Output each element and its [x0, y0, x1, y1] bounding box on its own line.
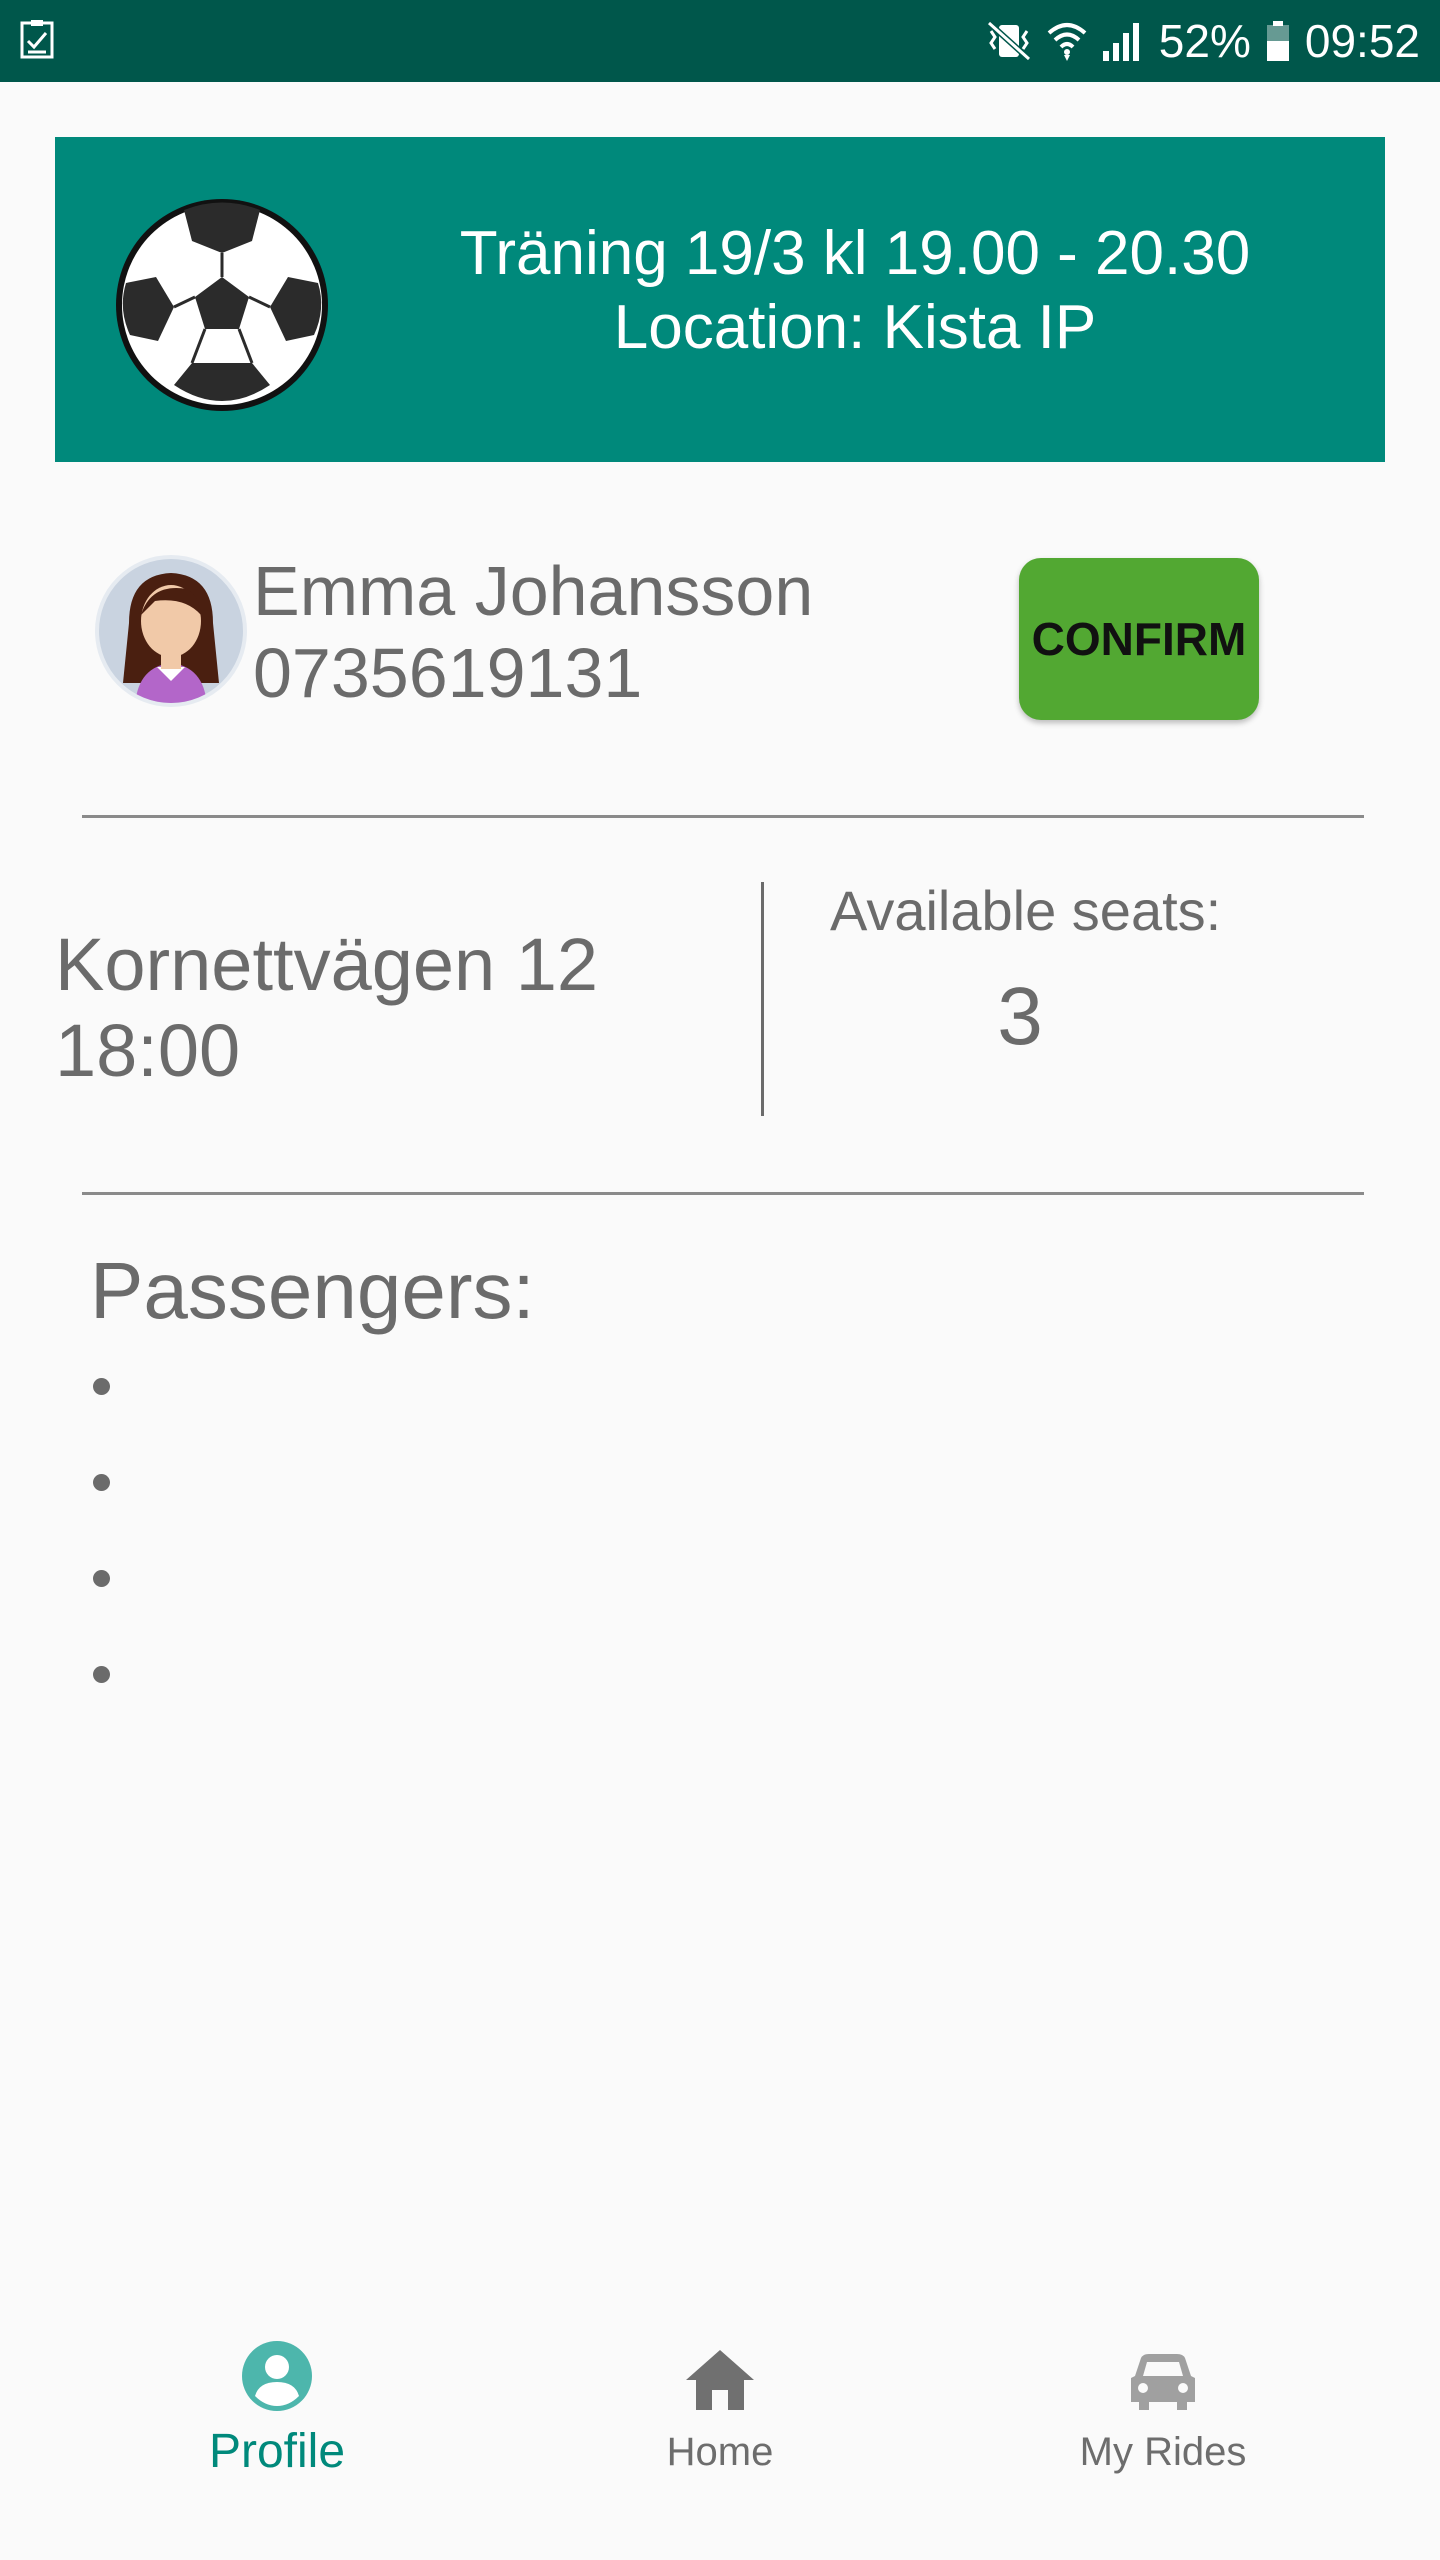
- nav-label-home: Home: [666, 2430, 774, 2474]
- pickup-time: 18:00: [55, 1009, 241, 1092]
- available-seats-value: 3: [997, 971, 1043, 1062]
- profile-icon: [242, 2341, 312, 2411]
- wifi-icon: [1047, 19, 1087, 63]
- user-avatar-icon: [95, 555, 247, 707]
- event-info: Träning 19/3 kl 19.00 - 20.30 Location: …: [385, 217, 1325, 365]
- passengers-title: Passengers:: [90, 1246, 535, 1335]
- divider: [82, 1192, 1364, 1195]
- nav-item-my-rides[interactable]: My Rides: [1013, 2320, 1313, 2520]
- soccer-ball-icon: [112, 195, 332, 415]
- confirm-button[interactable]: CONFIRM: [1019, 558, 1259, 720]
- battery-icon: [1265, 19, 1291, 63]
- nav-item-home[interactable]: Home: [570, 2320, 870, 2520]
- bottom-navigation: Profile Home My Rides: [0, 2320, 1440, 2560]
- vibrate-icon: [985, 19, 1033, 63]
- pickup-address: Kornettvägen 12: [55, 923, 599, 1006]
- nav-label-profile: Profile: [208, 2425, 346, 2478]
- event-banner: Träning 19/3 kl 19.00 - 20.30 Location: …: [55, 137, 1385, 462]
- signal-icon: [1101, 19, 1145, 63]
- clock: 09:52: [1304, 15, 1420, 67]
- nav-item-profile[interactable]: Profile: [127, 2320, 427, 2520]
- available-seats-label: Available seats:: [830, 879, 1222, 942]
- nav-label-my-rides: My Rides: [1079, 2430, 1247, 2474]
- driver-name: Emma Johansson: [253, 552, 814, 630]
- divider: [82, 815, 1364, 818]
- status-bar: 52% 09:52: [0, 0, 1440, 82]
- task-icon: [20, 19, 54, 64]
- event-location: Location: Kista IP: [613, 293, 1097, 362]
- vertical-divider: [761, 882, 764, 1116]
- driver-phone[interactable]: 0735619131: [253, 632, 642, 714]
- event-title: Träning 19/3 kl 19.00 - 20.30: [459, 219, 1251, 288]
- car-icon: [1131, 2354, 1195, 2410]
- home-icon: [686, 2350, 754, 2410]
- battery-percent: 52%: [1158, 15, 1251, 67]
